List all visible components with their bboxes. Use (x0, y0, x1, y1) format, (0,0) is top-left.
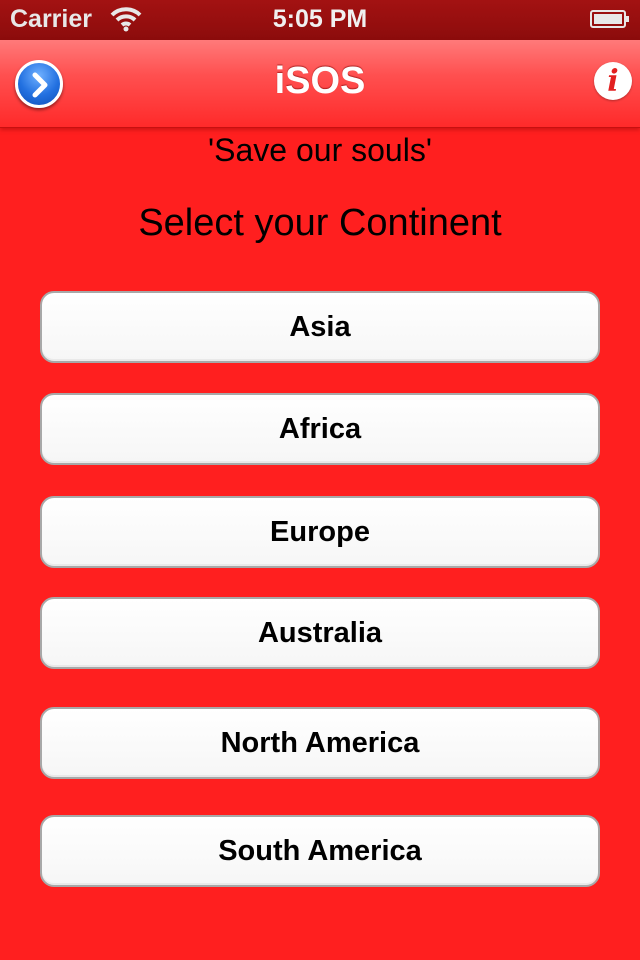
continent-button-south-america[interactable]: South America (40, 815, 600, 887)
info-button[interactable]: i (594, 62, 632, 100)
tagline: 'Save our souls' (208, 132, 432, 168)
navigation-bar: iSOS i (0, 40, 640, 128)
app-title: iSOS (274, 60, 366, 102)
status-time: 5:05 PM (272, 5, 368, 33)
info-icon: i (607, 64, 619, 99)
continent-button-australia[interactable]: Australia (40, 597, 600, 669)
continent-button-europe[interactable]: Europe (40, 496, 600, 568)
status-bar: Carrier 5:05 PM (0, 0, 640, 40)
continent-button-north-america[interactable]: North America (40, 707, 600, 779)
battery-icon (590, 10, 629, 28)
continent-button-asia[interactable]: Asia (40, 291, 600, 363)
continent-button-africa[interactable]: Africa (40, 393, 600, 465)
page-heading: Select your Continent (138, 202, 502, 244)
